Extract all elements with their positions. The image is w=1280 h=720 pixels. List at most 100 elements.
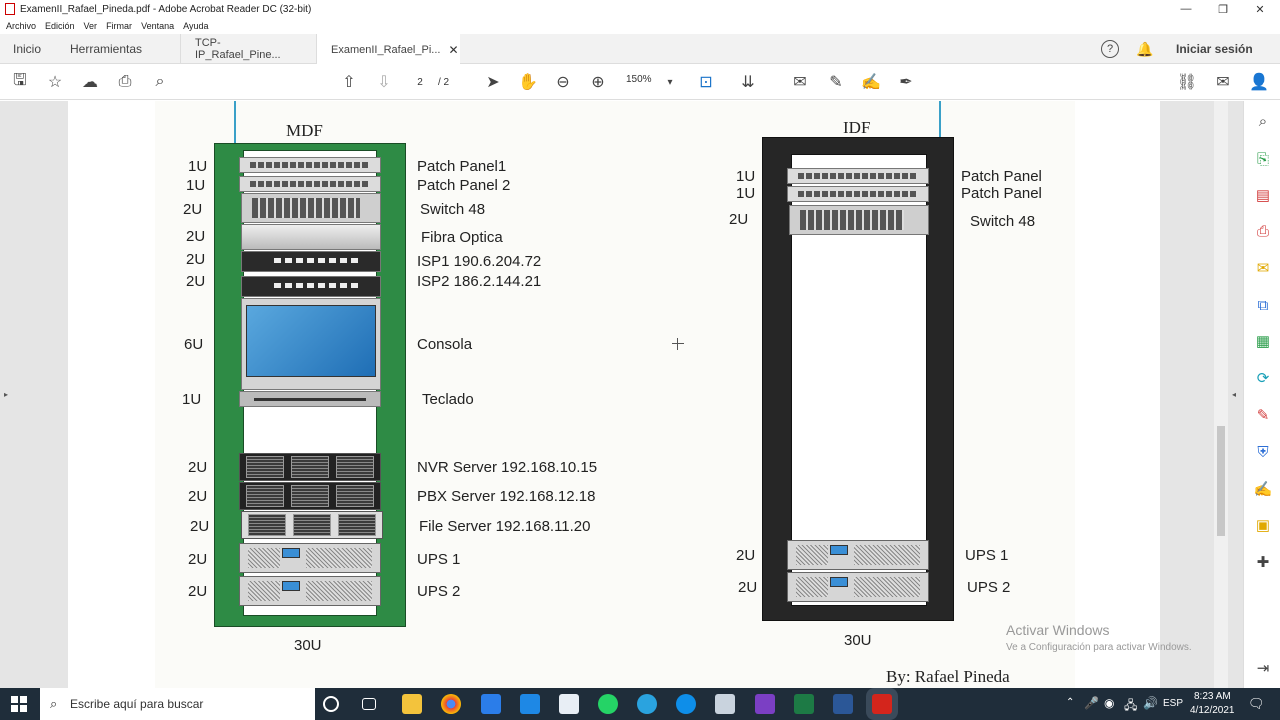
highlight-pen-icon[interactable]: ✎ [826, 72, 846, 92]
mdf-device-label: PBX Server 192.168.12.18 [417, 488, 596, 505]
right-panel-toggle-icon[interactable]: ◂ [1232, 390, 1236, 399]
file-explorer-icon[interactable] [402, 694, 422, 714]
menu-ver[interactable]: Ver [84, 21, 98, 31]
combine-files-icon[interactable]: ⧉ [1253, 295, 1273, 315]
page-up-icon[interactable]: ⇧ [339, 72, 359, 92]
menu-ayuda[interactable]: Ayuda [183, 21, 208, 31]
prepare-form-icon[interactable]: ▣ [1253, 515, 1273, 535]
acrobat-taskbar-icon[interactable] [872, 694, 892, 714]
clock-date[interactable]: 4/12/2021 [1190, 705, 1235, 716]
fill-sign-icon[interactable]: ✎ [1253, 405, 1273, 425]
tab-inicio[interactable]: Inicio [13, 34, 41, 64]
ups-device [239, 576, 381, 606]
language-indicator[interactable]: ESP [1163, 698, 1183, 709]
tab-herramientas[interactable]: Herramientas [70, 34, 142, 64]
document-app-icon[interactable] [559, 694, 579, 714]
excel-icon[interactable] [794, 694, 814, 714]
tools-app-icon[interactable] [715, 694, 735, 714]
page-number-input[interactable]: 2 [408, 73, 432, 91]
tray-chevron-icon[interactable]: ⌃ [1066, 697, 1074, 708]
zoom-search-icon[interactable]: ⌕ [1253, 111, 1273, 131]
store-icon[interactable] [481, 694, 501, 714]
collapse-panel-icon[interactable]: ⇥ [1253, 658, 1273, 678]
tab-doc-tcpip[interactable]: TCP-IP_Rafael_Pine... [180, 34, 316, 64]
keyboard-device [239, 391, 381, 407]
mdf-unit-label: 2U [186, 273, 206, 290]
sign-in-link[interactable]: Iniciar sesión [1176, 34, 1253, 64]
cortana-icon[interactable] [323, 696, 339, 712]
add-user-icon[interactable]: 👤 [1249, 72, 1269, 92]
share-link-icon[interactable]: ⛓ [1177, 72, 1197, 92]
save-icon[interactable]: 🖫 [10, 72, 30, 92]
export-pdf-icon[interactable]: ⎘ [1253, 149, 1273, 169]
word-icon[interactable] [833, 694, 853, 714]
idf-unit-label: 1U [736, 168, 756, 185]
zoom-dropdown-chevron-icon[interactable]: ▾ [660, 72, 680, 92]
left-panel-toggle-icon[interactable]: ▸ [4, 390, 8, 399]
page-down-icon[interactable]: ⇩ [374, 72, 394, 92]
scan-icon[interactable]: ⟳ [1253, 368, 1273, 388]
microphone-icon[interactable]: 🎤 [1084, 696, 1099, 710]
draw-icon[interactable]: ✍ [861, 72, 881, 92]
scroll-mode-icon[interactable]: ⇊ [738, 72, 758, 92]
zoom-level[interactable]: 150% [626, 74, 652, 85]
menu-firmar[interactable]: Firmar [106, 21, 132, 31]
tab-doc-label: TCP-IP_Rafael_Pine... [195, 37, 281, 61]
network-icon[interactable]: 🖧 [1124, 696, 1137, 717]
taskbar-search-box[interactable]: ⌕ Escribe aquí para buscar [40, 688, 315, 720]
bell-icon[interactable]: 🔔 [1136, 34, 1153, 64]
ups-device [239, 543, 381, 573]
select-cursor-icon[interactable]: ➤ [483, 72, 503, 92]
whatsapp-icon[interactable] [598, 694, 618, 714]
protect-shield-icon[interactable]: ⛨ [1253, 442, 1273, 462]
help-icon[interactable]: ? [1101, 40, 1119, 58]
close-tab-icon[interactable]: ✕ [448, 43, 458, 57]
file-server-device [241, 511, 383, 539]
tray-app-icon[interactable]: ◉ [1104, 696, 1114, 710]
organize-pages-icon[interactable]: ▤ [1253, 185, 1273, 205]
vertical-scrollbar[interactable] [1214, 101, 1228, 688]
teamviewer-icon[interactable] [676, 694, 696, 714]
idf-title: IDF [843, 118, 871, 137]
comment-tool-icon[interactable]: ✉ [1253, 258, 1273, 278]
menu-bar: Archivo Edición Ver Firmar Ventana Ayuda [0, 18, 1280, 34]
tab-doc-examen[interactable]: ExamenII_Rafael_Pi... ✕ [316, 34, 460, 65]
zoom-in-icon[interactable]: ⊕ [588, 72, 608, 92]
more-tools-icon[interactable]: ✚ [1253, 552, 1273, 572]
upload-cloud-icon[interactable]: ☁ [80, 72, 100, 92]
comment-icon[interactable]: ✉ [790, 72, 810, 92]
idf-unit-label: 2U [736, 547, 756, 564]
mdf-device-label: Patch Panel 2 [417, 177, 511, 194]
sign-icon[interactable]: ✒ [896, 72, 916, 92]
scrollbar-thumb[interactable] [1217, 426, 1225, 536]
clock-time[interactable]: 8:23 AM [1194, 691, 1231, 702]
console-monitor-device [241, 298, 381, 390]
create-pdf-icon[interactable]: ⎙ [1253, 221, 1273, 241]
menu-archivo[interactable]: Archivo [6, 21, 36, 31]
search-icon[interactable]: ⌕ [150, 72, 170, 92]
send-signature-icon[interactable]: ✍ [1253, 479, 1273, 499]
zoom-out-icon[interactable]: ⊖ [553, 72, 573, 92]
mdf-total-units: 30U [294, 637, 322, 654]
menu-edicion[interactable]: Edición [45, 21, 75, 31]
edit-pdf-icon[interactable]: ▦ [1253, 331, 1273, 351]
telegram-icon[interactable] [637, 694, 657, 714]
maximize-button[interactable]: ❐ [1205, 0, 1241, 18]
menu-ventana[interactable]: Ventana [141, 21, 174, 31]
minimize-button[interactable]: — [1168, 0, 1204, 18]
print-icon[interactable]: ⎙ [115, 72, 135, 92]
activation-watermark-sub: Ve a Configuración para activar Windows. [1006, 642, 1192, 653]
notifications-icon[interactable]: 🗨 [1248, 696, 1265, 712]
mail-icon[interactable] [520, 694, 540, 714]
hand-icon[interactable]: ✋ [518, 72, 538, 92]
close-window-button[interactable]: ✕ [1242, 0, 1278, 18]
fit-page-icon[interactable]: ⊡ [696, 72, 716, 92]
volume-icon[interactable]: 🔊 [1143, 696, 1158, 710]
email-icon[interactable]: ✉ [1213, 72, 1233, 92]
star-icon[interactable]: ☆ [45, 72, 65, 92]
windows-start-icon[interactable] [11, 696, 27, 712]
chrome-icon[interactable] [441, 694, 461, 714]
task-view-icon[interactable] [362, 698, 376, 710]
visual-studio-icon[interactable] [755, 694, 775, 714]
ups-device [787, 572, 929, 602]
